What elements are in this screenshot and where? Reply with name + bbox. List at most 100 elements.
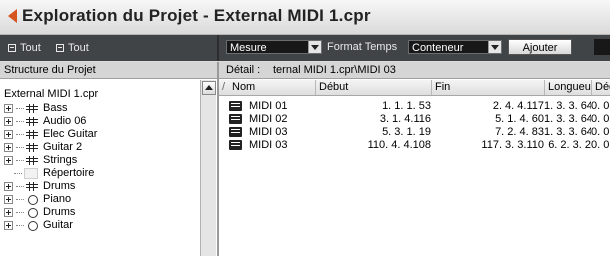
- track-icon: [26, 130, 38, 139]
- collapse-icon: [56, 44, 64, 52]
- column-header-decalage[interactable]: Décalage: [591, 80, 610, 95]
- column-label: Longueur: [548, 81, 591, 93]
- structure-panel: Structure du Projet External MIDI 1.cpr …: [0, 62, 219, 256]
- detail-bar: Détail : ternal MIDI 1.cpr\MIDI 03: [219, 62, 610, 79]
- row-offset: 0. 0. 0.: [591, 113, 610, 125]
- row-offset: 0. 0. 0.: [591, 126, 610, 138]
- chevron-down-icon[interactable]: [308, 41, 321, 53]
- chevron-down-icon[interactable]: [488, 41, 501, 53]
- row-length: 1. 3. 3. 64: [544, 113, 591, 125]
- expand-all-label: Tout: [20, 42, 41, 54]
- tree-item-guitar[interactable]: Guitar: [4, 219, 73, 232]
- tree-item-label: Audio 06: [43, 115, 87, 127]
- column-header-longueur[interactable]: Longueur: [544, 80, 591, 95]
- tree-item-label: Strings: [43, 154, 78, 166]
- track-icon: [26, 117, 38, 126]
- column-label: Fin: [435, 81, 451, 93]
- tree-item-label: Guitar: [43, 219, 73, 231]
- back-arrow-icon[interactable]: [8, 9, 17, 23]
- tree-item-repertoire[interactable]: Répertoire: [14, 167, 94, 180]
- container-value: Conteneur: [412, 42, 464, 54]
- circle-icon: [28, 220, 38, 231]
- track-icon: [26, 156, 38, 165]
- circle-icon: [28, 207, 38, 218]
- expand-icon[interactable]: [4, 156, 13, 165]
- scroll-up-icon[interactable]: [202, 81, 216, 95]
- row-start: 3. 1. 4.116: [379, 113, 431, 125]
- tree-item-label: Répertoire: [43, 167, 95, 179]
- tree-connector: [16, 108, 24, 109]
- track-icon: [26, 143, 38, 152]
- tree-connector: [16, 225, 24, 226]
- expand-icon[interactable]: [4, 104, 13, 113]
- midi-part-icon: [229, 127, 242, 137]
- row-start: 1. 1. 1. 53: [382, 100, 431, 112]
- column-header-debut[interactable]: Début: [315, 80, 431, 95]
- expand-icon: [8, 44, 16, 52]
- tree-item-drums-track[interactable]: Drums: [4, 180, 75, 193]
- column-header-nom[interactable]: / Nom: [219, 80, 315, 95]
- column-label: Nom: [232, 81, 256, 93]
- detail-panel: Détail : ternal MIDI 1.cpr\MIDI 03 / Nom…: [219, 62, 610, 256]
- expand-icon[interactable]: [4, 195, 13, 204]
- row-end: 5. 1. 4. 60: [495, 113, 544, 125]
- midi-part-icon: [229, 140, 242, 150]
- tree-connector: [16, 186, 24, 187]
- tree-item-piano[interactable]: Piano: [4, 193, 71, 206]
- tree-item-label: Piano: [43, 193, 72, 205]
- table-row[interactable]: MIDI 03 110. 4. 4.108 117. 3. 3.110 6. 2…: [219, 139, 610, 152]
- tree-item-label: Bass: [43, 102, 68, 114]
- row-start: 5. 3. 1. 19: [382, 126, 431, 138]
- tree-root[interactable]: External MIDI 1.cpr: [4, 88, 98, 101]
- row-length: 1. 3. 3. 64: [544, 126, 591, 138]
- tree-item-strings[interactable]: Strings: [4, 154, 77, 167]
- tree-item-label: Drums: [43, 180, 76, 192]
- expand-icon[interactable]: [4, 182, 13, 191]
- tree-connector: [16, 199, 24, 200]
- midi-part-icon: [229, 101, 242, 111]
- detail-path: ternal MIDI 1.cpr\MIDI 03: [273, 64, 396, 76]
- column-label: Début: [319, 81, 349, 93]
- toolbar-extra-control[interactable]: [594, 39, 610, 55]
- tree-item-elec-guitar[interactable]: Elec Guitar: [4, 128, 97, 141]
- tree-connector: [16, 160, 24, 161]
- row-end: 2. 4. 4.117: [492, 100, 544, 112]
- table-row[interactable]: MIDI 02 3. 1. 4.116 5. 1. 4. 60 1. 3. 3.…: [219, 113, 610, 126]
- tree-item-guitar-2[interactable]: Guitar 2: [4, 141, 82, 154]
- expand-icon[interactable]: [4, 208, 13, 217]
- time-format-select[interactable]: Mesure: [226, 40, 322, 54]
- row-length: 1. 3. 3. 64: [544, 100, 591, 112]
- column-header-fin[interactable]: Fin: [431, 80, 544, 95]
- expand-icon[interactable]: [4, 130, 13, 139]
- time-format-value: Mesure: [230, 42, 267, 54]
- tree-item-label: Guitar 2: [43, 141, 83, 153]
- collapse-all-label: Tout: [68, 42, 89, 54]
- title-bar: Exploration du Projet - External MIDI 1.…: [0, 0, 610, 35]
- expand-all-button[interactable]: Tout: [8, 42, 41, 54]
- tree-item-audio-06[interactable]: Audio 06: [4, 115, 86, 128]
- tree-item-drums-instrument[interactable]: Drums: [4, 206, 75, 219]
- project-browser-window: Exploration du Projet - External MIDI 1.…: [0, 0, 610, 256]
- expand-icon[interactable]: [4, 143, 13, 152]
- container-select[interactable]: Conteneur: [408, 40, 502, 54]
- table-row[interactable]: MIDI 03 5. 3. 1. 19 7. 2. 4. 83 1. 3. 3.…: [219, 126, 610, 139]
- tree-connector: [16, 147, 24, 148]
- toolbar-left: Tout Tout: [0, 35, 219, 61]
- sort-icon: /: [222, 81, 226, 93]
- tree-item-bass[interactable]: Bass: [4, 102, 67, 115]
- expand-icon[interactable]: [4, 221, 13, 230]
- collapse-all-button[interactable]: Tout: [56, 42, 89, 54]
- row-end: 7. 2. 4. 83: [495, 126, 544, 138]
- tree-scrollbar[interactable]: [200, 80, 216, 256]
- tree-connector: [16, 121, 24, 122]
- tree-root-label: External MIDI 1.cpr: [4, 88, 99, 100]
- tree-item-label: Elec Guitar: [43, 128, 98, 140]
- table-row[interactable]: MIDI 01 1. 1. 1. 53 2. 4. 4.117 1. 3. 3.…: [219, 100, 610, 113]
- add-button[interactable]: Ajouter: [508, 39, 572, 55]
- expand-icon[interactable]: [4, 117, 13, 126]
- tree-connector: [16, 134, 24, 135]
- detail-label: Détail :: [226, 64, 261, 76]
- table-header: / Nom Début Fin Longueur Décalage: [219, 80, 610, 96]
- row-offset: 0. 0. 0.: [591, 139, 610, 151]
- window-title: Exploration du Projet - External MIDI 1.…: [22, 6, 371, 25]
